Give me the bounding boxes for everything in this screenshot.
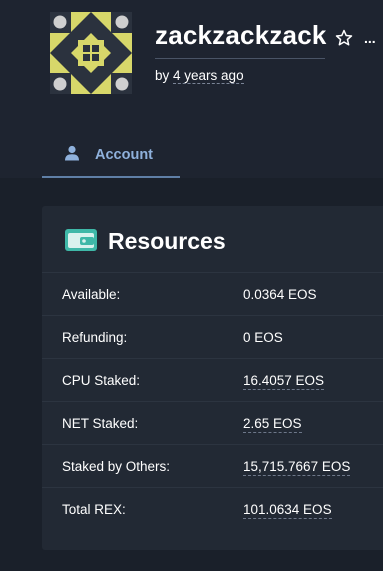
resources-header: Resources bbox=[42, 206, 383, 272]
row-value[interactable]: 2.65 EOS bbox=[243, 416, 302, 433]
resource-row-available: Available: 0.0364 EOS bbox=[42, 272, 383, 316]
created-time[interactable]: 4 years ago bbox=[173, 68, 244, 84]
row-label: Staked by Others: bbox=[62, 459, 171, 474]
resource-row-refunding: Refunding: 0 EOS bbox=[42, 315, 383, 359]
row-label: Available: bbox=[62, 287, 121, 302]
row-label: Total REX: bbox=[62, 502, 126, 517]
tab-account[interactable]: Account bbox=[42, 136, 180, 178]
row-label: Refunding: bbox=[62, 330, 128, 345]
resources-title: Resources bbox=[108, 228, 226, 254]
created-info: by 4 years ago bbox=[155, 68, 244, 84]
star-outline-icon[interactable] bbox=[335, 29, 353, 47]
account-page: zackzackzack ... by 4 years ago Account … bbox=[0, 0, 383, 571]
wallet-icon bbox=[65, 229, 97, 251]
row-label: NET Staked: bbox=[62, 416, 139, 431]
resource-row-cpu-staked: CPU Staked: 16.4057 EOS bbox=[42, 358, 383, 402]
row-value: 0.0364 EOS bbox=[243, 287, 317, 302]
row-value[interactable]: 16.4057 EOS bbox=[243, 373, 325, 390]
resource-row-net-staked: NET Staked: 2.65 EOS bbox=[42, 401, 383, 445]
row-value[interactable]: 101.0634 EOS bbox=[243, 502, 332, 519]
resource-row-staked-by-others: Staked by Others: 15,715.7667 EOS bbox=[42, 444, 383, 488]
resource-row-total-rex: Total REX: 101.0634 EOS bbox=[42, 487, 383, 531]
row-value[interactable]: 15,715.7667 EOS bbox=[243, 459, 351, 476]
user-icon bbox=[65, 145, 79, 161]
account-name-underline bbox=[155, 58, 325, 59]
more-menu-button[interactable]: ... bbox=[364, 30, 376, 46]
created-prefix: by bbox=[155, 68, 170, 83]
tab-account-label: Account bbox=[95, 147, 153, 163]
resources-card: Resources Available: 0.0364 EOS Refundin… bbox=[42, 206, 383, 550]
avatar bbox=[50, 12, 132, 94]
row-label: CPU Staked: bbox=[62, 373, 141, 388]
account-name: zackzackzack bbox=[155, 20, 327, 50]
row-value: 0 EOS bbox=[243, 330, 283, 345]
